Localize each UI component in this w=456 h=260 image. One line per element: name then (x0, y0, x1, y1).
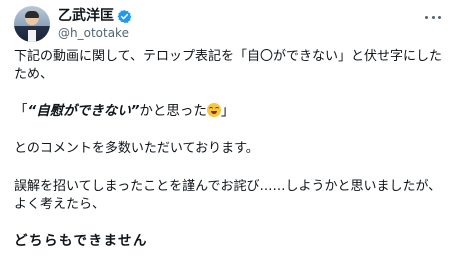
tweet-text: 下記の動画に関して、テロップ表記を「自〇ができない」と伏せ字にしたため、 「“自… (14, 48, 446, 250)
tweet-paragraph-2: 「“自慰ができない”かと思った」 (14, 102, 446, 120)
author-name-row: 乙武洋匡 (58, 7, 132, 25)
open-bracket: 「 (14, 103, 28, 119)
quoted-phrase: “自慰ができない” (27, 103, 140, 119)
quoted-rest: かと思った (139, 103, 207, 119)
tweet-header: 乙武洋匡 @h_ototake (14, 6, 444, 42)
close-bracket: 」 (220, 103, 235, 119)
joy-emoji-icon (206, 103, 221, 117)
author-handle[interactable]: @h_ototake (58, 26, 129, 41)
avatar[interactable] (14, 6, 50, 42)
tweet-paragraph-5: どちらもできません (14, 233, 149, 249)
tweet-paragraph-4: 誤解を招いてしまったことを謹んでお詫び……しようかと思いましたが、よく考えたら、 (14, 179, 442, 212)
verified-badge-icon (117, 9, 132, 23)
tweet-paragraph-3: とのコメントを多数いただいております。 (14, 141, 259, 156)
more-options-icon[interactable] (422, 10, 444, 24)
author-display-name[interactable]: 乙武洋匡 (58, 7, 114, 25)
tweet-paragraph-1: 下記の動画に関して、テロップ表記を「自〇ができない」と伏せ字にしたため、 (14, 49, 442, 82)
